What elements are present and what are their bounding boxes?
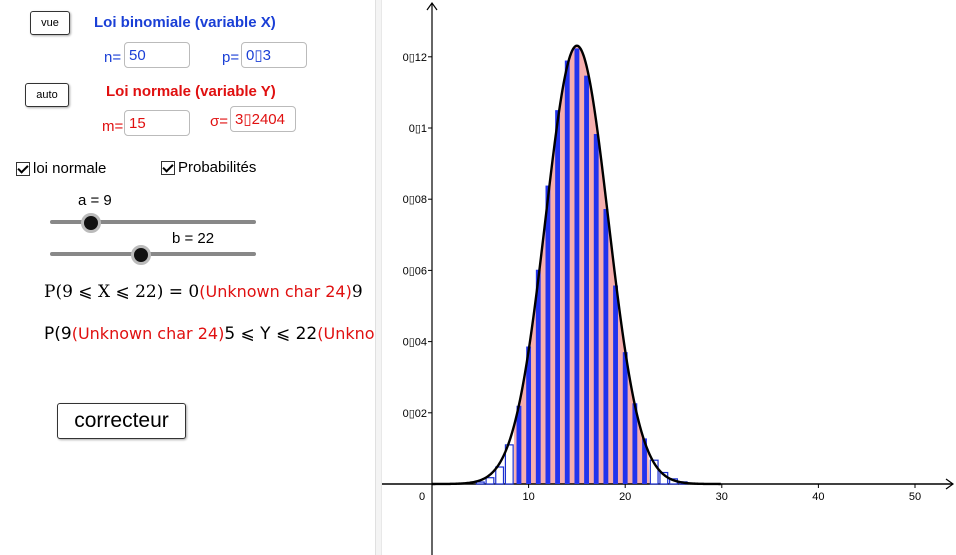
p-input[interactable]: 0▯3 bbox=[241, 42, 307, 68]
bar bbox=[574, 48, 580, 485]
formula2-error1: (Unknown char 24) bbox=[71, 324, 225, 343]
formula2-middle: 5 ⩽ Y ⩽ 22 bbox=[224, 324, 318, 344]
probability-area bbox=[514, 45, 650, 485]
bar bbox=[613, 285, 618, 484]
formula1-prefix: P(9 ⩽ X ⩽ 22) = 0 bbox=[44, 282, 200, 302]
slider-a-label: a = 9 bbox=[78, 192, 112, 209]
formula-binomial-probability: P(9 ⩽ X ⩽ 22) = 0(Unknown char 24)9 bbox=[44, 282, 363, 302]
formula1-suffix: 9 bbox=[351, 282, 363, 302]
formula2-area: P(9(Unknown char 24)5 ⩽ Y ⩽ 22(Unknown c… bbox=[44, 322, 374, 348]
bar bbox=[555, 110, 560, 484]
bar bbox=[545, 185, 551, 484]
checkbox-checked-icon bbox=[161, 160, 175, 175]
x-tick-label: 20 bbox=[619, 491, 631, 503]
slider-b-label: b = 22 bbox=[172, 230, 215, 247]
x-tick-label: 30 bbox=[716, 491, 728, 503]
probabilities-checkbox-label: Probabilités bbox=[178, 159, 257, 176]
bar bbox=[495, 466, 505, 485]
distribution-chart[interactable]: 0 10 20 30 40 50 0▯02 0▯04 0▯06 0▯08 0▯1 0▯12 bbox=[382, 0, 956, 555]
normal-title: Loi normale (variable Y) bbox=[106, 83, 276, 100]
formula2-prefix: P(9 bbox=[44, 324, 72, 344]
sigma-input[interactable]: 3▯2404 bbox=[230, 106, 296, 132]
slider-b-knob[interactable] bbox=[131, 245, 151, 265]
y-tick-label: 0▯1 bbox=[409, 123, 427, 135]
sigma-label: σ= bbox=[210, 113, 229, 130]
normal-checkbox[interactable]: loi normale bbox=[16, 160, 106, 177]
bar bbox=[593, 134, 599, 484]
formula-normal-probability: P(9(Unknown char 24)5 ⩽ Y ⩽ 22(Unknown c… bbox=[44, 324, 374, 344]
slider-b-track[interactable] bbox=[50, 252, 256, 256]
checkbox-checked-icon bbox=[16, 161, 30, 176]
x-tick-label: 10 bbox=[522, 491, 534, 503]
auto-button[interactable]: auto bbox=[25, 83, 69, 107]
n-input[interactable]: 50 bbox=[124, 42, 190, 68]
slider-a-knob[interactable] bbox=[81, 213, 101, 233]
x-tick-label: 50 bbox=[909, 491, 921, 503]
binomial-title: Loi binomiale (variable X) bbox=[94, 14, 276, 31]
correcteur-button[interactable]: correcteur bbox=[57, 403, 186, 439]
bar bbox=[622, 352, 628, 484]
n-label: n= bbox=[104, 49, 122, 66]
formula2-error2: (Unknown char 24) bbox=[317, 324, 374, 343]
panel-divider[interactable] bbox=[375, 0, 382, 555]
y-tick-label: 0▯12 bbox=[403, 52, 427, 64]
p-label: p= bbox=[222, 49, 240, 66]
m-label: m= bbox=[102, 118, 124, 135]
probabilities-checkbox[interactable]: Probabilités bbox=[161, 159, 256, 176]
m-input[interactable]: 15 bbox=[124, 110, 190, 136]
bar bbox=[584, 75, 589, 484]
bar bbox=[603, 209, 609, 484]
formula1-area: P(9 ⩽ X ⩽ 22) = 0(Unknown char 24)9 bbox=[44, 280, 374, 306]
formula1-error: (Unknown char 24) bbox=[199, 282, 352, 301]
y-tick-label: 0▯06 bbox=[403, 265, 427, 277]
bar bbox=[564, 60, 570, 485]
vue-button[interactable]: vue bbox=[30, 11, 70, 35]
x-tick-label: 40 bbox=[812, 491, 824, 503]
y-tick-label: 0▯02 bbox=[403, 408, 427, 420]
y-tick-label: 0▯04 bbox=[403, 337, 427, 349]
normal-checkbox-label: loi normale bbox=[33, 160, 107, 177]
x-tick-label: 0 bbox=[419, 491, 425, 503]
bar bbox=[485, 477, 495, 485]
y-tick-label: 0▯08 bbox=[403, 194, 427, 206]
